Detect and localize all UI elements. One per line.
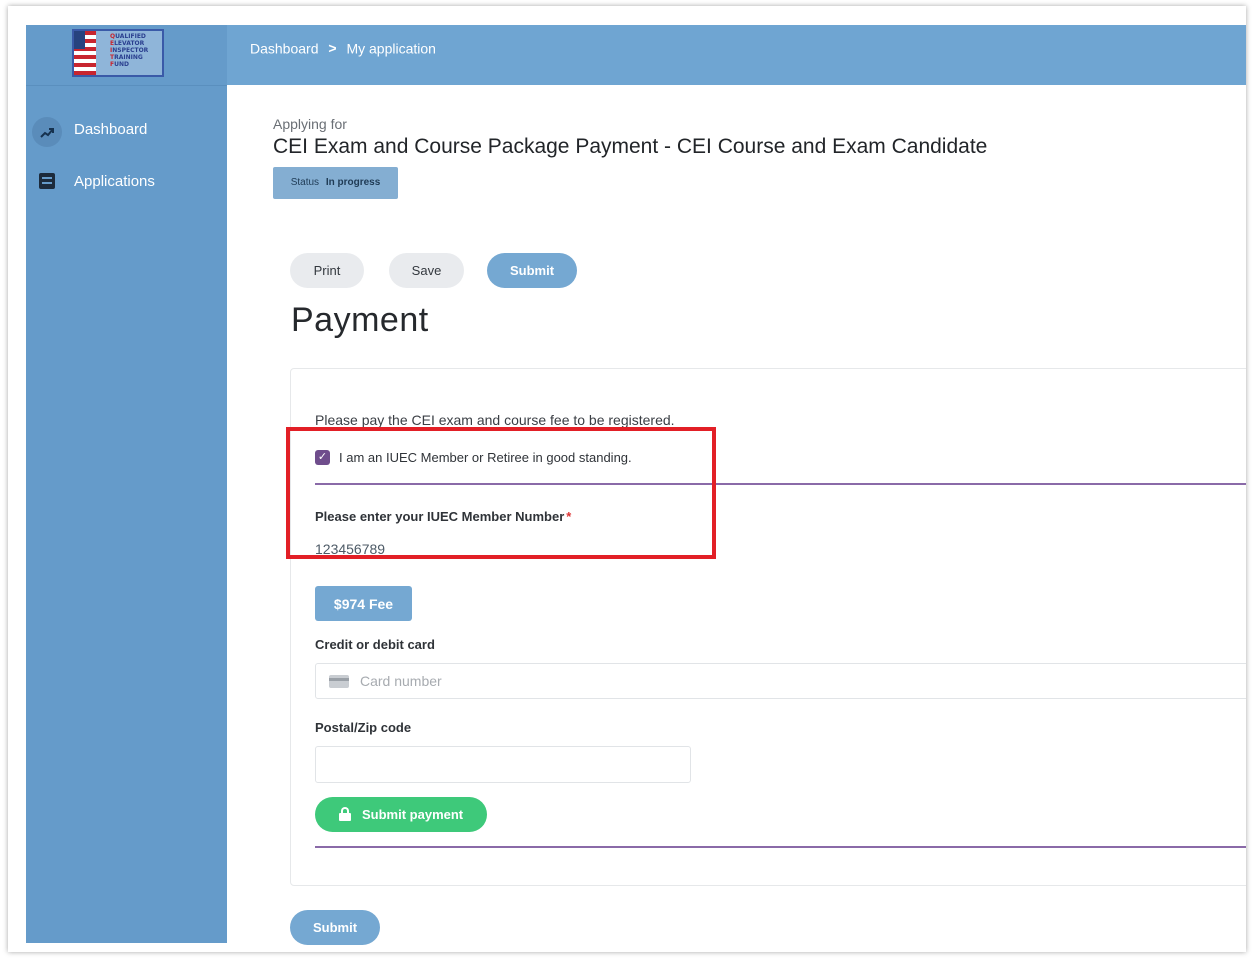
screenshot-frame: QUALIFIED ELEVATOR INSPECTOR TRAINING FU… [8,6,1246,952]
chevron-right-icon: > [328,40,337,57]
credit-card-icon [329,675,349,688]
section-divider [315,846,1246,848]
status-value: In progress [325,177,381,188]
application-title: CEI Exam and Course Package Payment - CE… [273,135,988,158]
member-number-value[interactable]: 123456789 [315,541,385,557]
status-label: Status [290,177,320,188]
logo[interactable]: QUALIFIED ELEVATOR INSPECTOR TRAINING FU… [72,29,164,77]
page-title: Payment [291,301,429,339]
flag-icon [74,31,96,75]
section-divider [315,483,1246,485]
member-checkbox[interactable]: ✓ [315,450,330,465]
sidebar-item-dashboard[interactable]: Dashboard [26,111,227,149]
zip-label: Postal/Zip code [315,720,412,735]
member-checkbox-label[interactable]: I am an IUEC Member or Retiree in good s… [339,450,632,465]
required-marker: * [566,509,572,524]
document-icon [39,173,55,189]
logo-text: QUALIFIED ELEVATOR INSPECTOR TRAINING FU… [110,33,149,68]
payment-form-card: Please pay the CEI exam and course fee t… [290,368,1246,886]
main-content: Applying for CEI Exam and Course Package… [227,85,1246,945]
breadcrumb: Dashboard > My application [250,39,436,56]
fee-button[interactable]: $974 Fee [315,586,412,621]
lock-icon [339,807,351,821]
submit-button[interactable]: Submit [487,253,577,288]
trending-up-icon [32,117,62,147]
card-number-input[interactable]: Card number [315,663,1246,699]
member-number-label: Please enter your IUEC Member Number * [315,509,572,524]
zip-code-input[interactable] [315,746,691,783]
breadcrumb-my-application[interactable]: My application [346,40,436,56]
logo-area: QUALIFIED ELEVATOR INSPECTOR TRAINING FU… [26,25,227,86]
form-submit-button[interactable]: Submit [290,910,380,945]
checkmark-icon: ✓ [317,451,328,463]
status-badge: Status In progress [273,167,398,199]
card-label: Credit or debit card [315,637,435,652]
submit-payment-button[interactable]: Submit payment [315,797,487,832]
save-button[interactable]: Save [389,253,464,288]
print-button[interactable]: Print [290,253,364,288]
submit-payment-label: Submit payment [362,807,464,822]
payment-instructions: Please pay the CEI exam and course fee t… [315,412,675,428]
sidebar-item-applications[interactable]: Applications [26,163,227,201]
card-number-placeholder: Card number [360,673,442,689]
sidebar-item-label: Applications [74,173,155,190]
breadcrumb-dashboard[interactable]: Dashboard [250,40,319,56]
sidebar-item-label: Dashboard [74,121,148,138]
top-bar: Dashboard > My application [227,25,1246,85]
applying-for-label: Applying for [273,116,347,132]
sidebar: QUALIFIED ELEVATOR INSPECTOR TRAINING FU… [26,25,227,943]
